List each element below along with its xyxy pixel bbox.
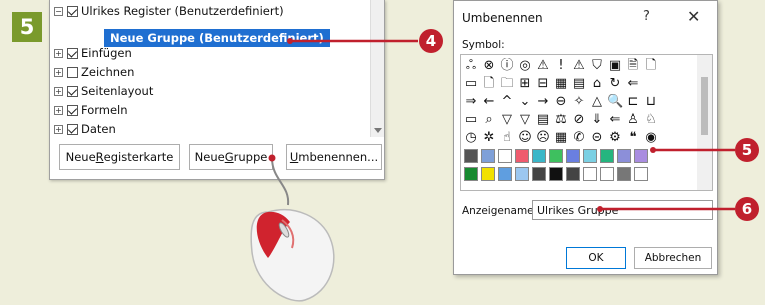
click-dot — [268, 154, 276, 162]
mouse-cable — [271, 157, 290, 206]
callout-4: 4 — [419, 29, 443, 53]
callout-dot-6 — [597, 206, 603, 212]
callout-6: 6 — [735, 197, 759, 221]
callout-overlay — [250, 38, 735, 302]
callout-dot-5 — [650, 147, 656, 153]
callout-5: 5 — [735, 138, 759, 162]
callout-dot-4 — [287, 38, 293, 44]
mouse-icon — [250, 209, 335, 302]
